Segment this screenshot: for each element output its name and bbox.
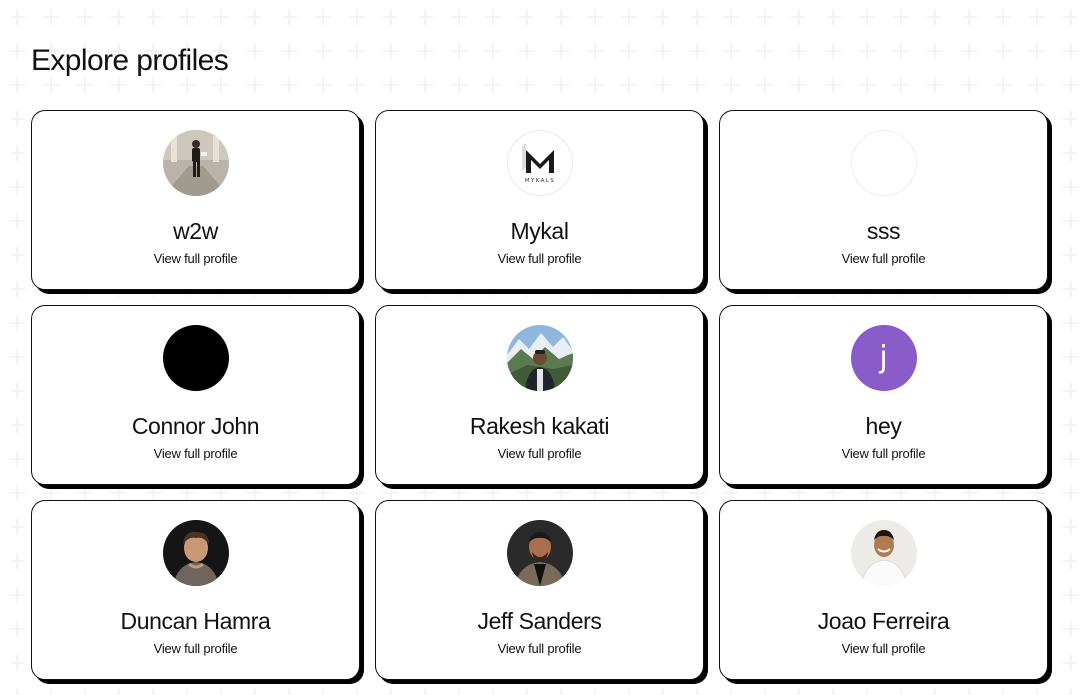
profile-card[interactable]: Jeff Sanders View full profile bbox=[375, 500, 704, 680]
profile-card[interactable]: j hey View full profile bbox=[719, 305, 1048, 485]
photo-mountains-person-icon bbox=[506, 325, 573, 391]
page-title: Explore profiles bbox=[31, 44, 229, 77]
letter-avatar-icon: j bbox=[850, 325, 917, 391]
photo-person-dark-icon bbox=[162, 520, 229, 586]
profile-name: Joao Ferreira bbox=[817, 608, 950, 634]
view-profile-link[interactable]: View full profile bbox=[842, 641, 926, 657]
profile-name: Jeff Sanders bbox=[477, 608, 602, 634]
view-profile-link[interactable]: View full profile bbox=[842, 251, 926, 267]
profile-card[interactable]: MYKALS Mykal View full profile bbox=[375, 110, 704, 290]
view-profile-link[interactable]: View full profile bbox=[154, 641, 238, 657]
photo-person-smiling-icon bbox=[850, 520, 917, 586]
view-profile-link[interactable]: View full profile bbox=[154, 446, 238, 462]
profile-name: Connor John bbox=[131, 413, 260, 439]
black-avatar-icon bbox=[162, 325, 229, 391]
mykals-logo-text: MYKALS bbox=[524, 178, 554, 184]
profile-name: sss bbox=[866, 218, 901, 244]
profile-card[interactable]: sss View full profile bbox=[719, 110, 1048, 290]
mykals-logo-icon: MYKALS bbox=[506, 130, 573, 196]
photo-person-suit-icon bbox=[506, 520, 573, 586]
view-profile-link[interactable]: View full profile bbox=[498, 446, 582, 462]
profiles-grid: w2w View full profile MYKALS Mykal View … bbox=[31, 110, 1049, 680]
profile-name: Duncan Hamra bbox=[120, 608, 271, 634]
profile-card[interactable]: Rakesh kakati View full profile bbox=[375, 305, 704, 485]
profile-name: Mykal bbox=[510, 218, 569, 244]
view-profile-link[interactable]: View full profile bbox=[842, 446, 926, 462]
view-profile-link[interactable]: View full profile bbox=[498, 641, 582, 657]
profile-card[interactable]: Connor John View full profile bbox=[31, 305, 360, 485]
profile-name: Rakesh kakati bbox=[469, 413, 610, 439]
explore-page: Explore profiles w2w View full profile M… bbox=[0, 0, 1080, 680]
photo-person-standing-icon bbox=[162, 130, 229, 196]
profile-card[interactable]: Duncan Hamra View full profile bbox=[31, 500, 360, 680]
empty-avatar-icon bbox=[850, 130, 917, 196]
view-profile-link[interactable]: View full profile bbox=[154, 251, 238, 267]
profile-card[interactable]: Joao Ferreira View full profile bbox=[719, 500, 1048, 680]
view-profile-link[interactable]: View full profile bbox=[498, 251, 582, 267]
profile-name: hey bbox=[865, 413, 902, 439]
profile-name: w2w bbox=[173, 218, 218, 244]
profile-card[interactable]: w2w View full profile bbox=[31, 110, 360, 290]
